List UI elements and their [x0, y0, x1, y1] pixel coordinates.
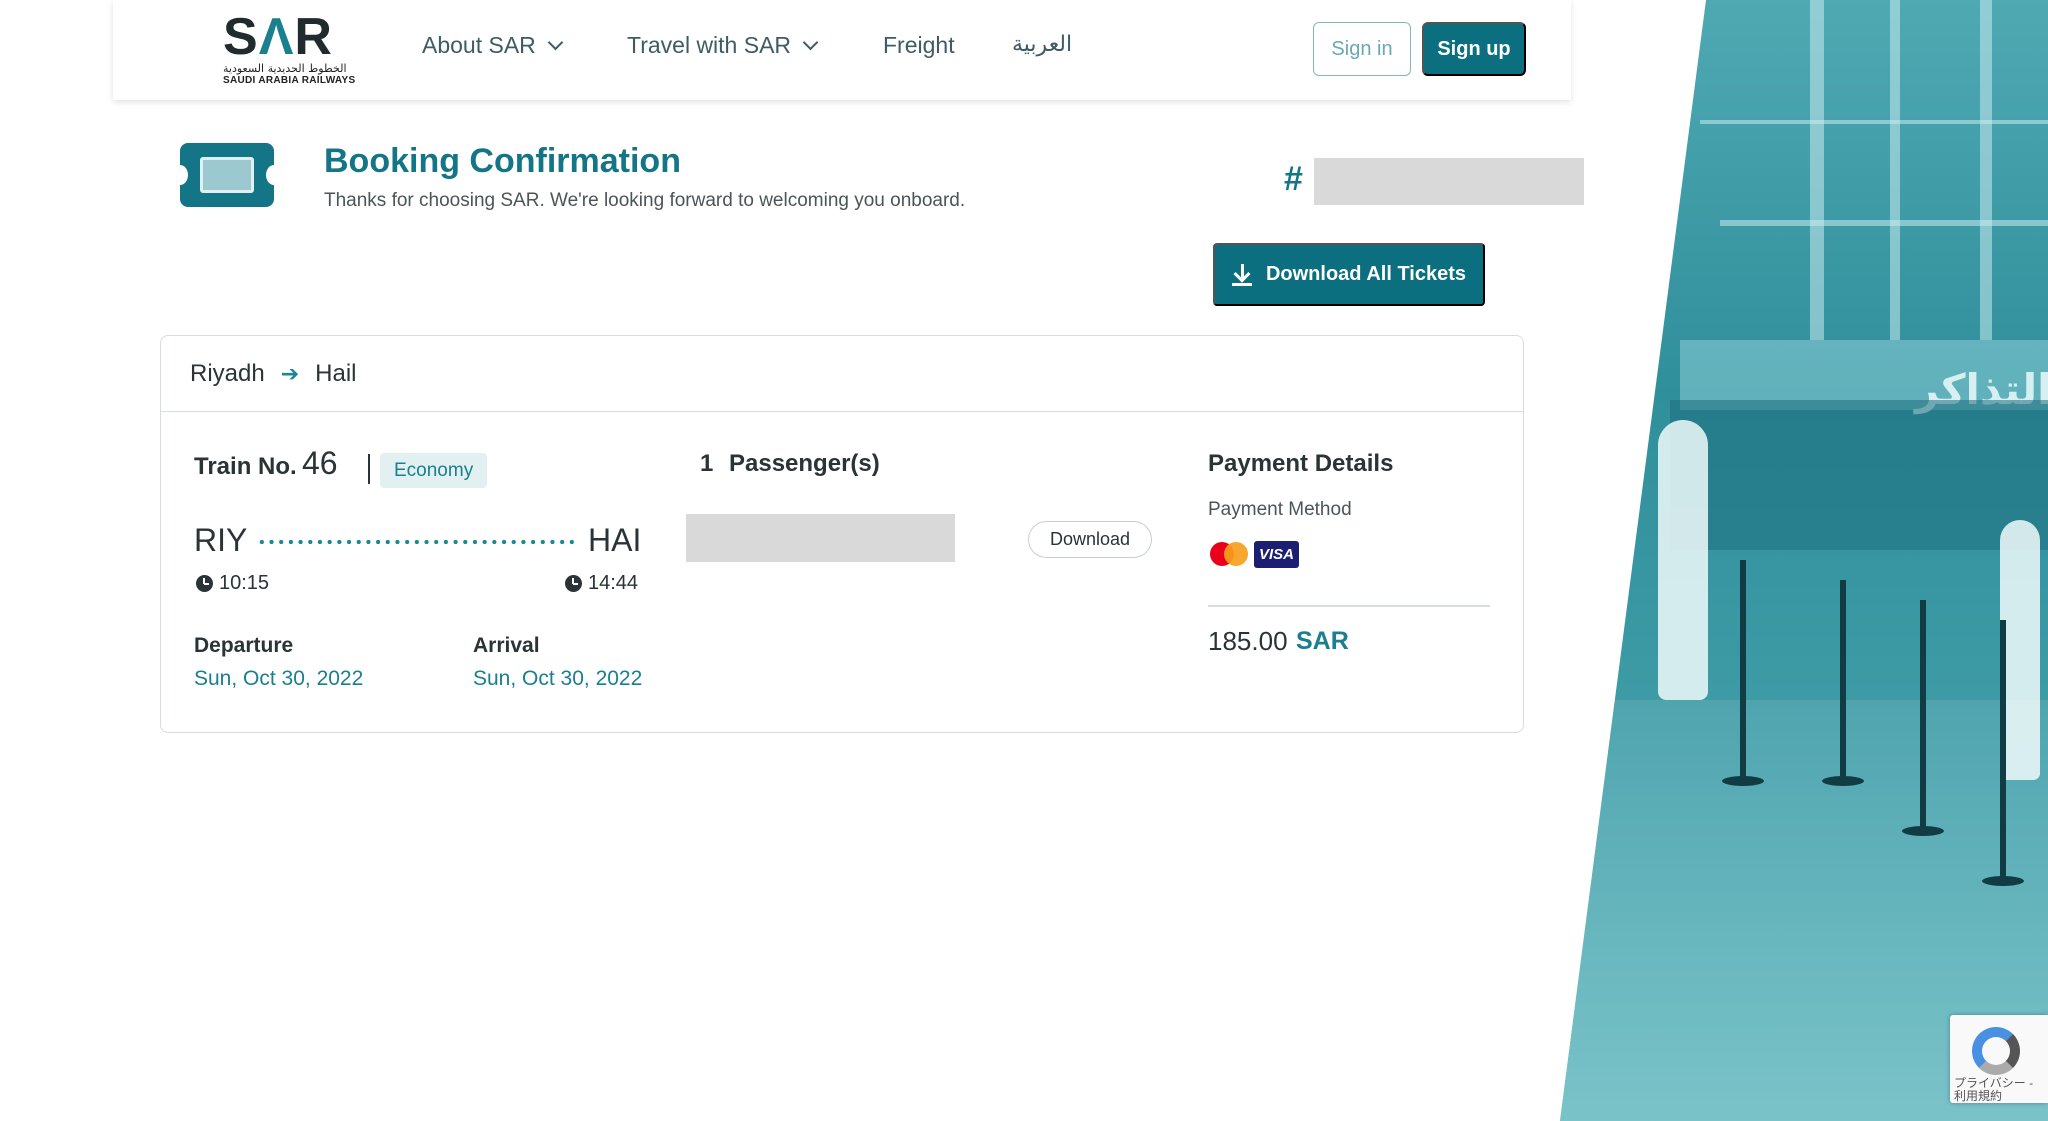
departure-label: Departure	[194, 634, 294, 657]
origin-code: RIY	[194, 522, 248, 558]
top-nav: SΛR الخطوط الحديدية السعودية SAUDI ARABI…	[113, 0, 1571, 100]
chevron-down-icon	[802, 34, 819, 51]
sign-up-button[interactable]: Sign up	[1422, 22, 1526, 76]
ticket-icon	[172, 143, 282, 207]
download-all-tickets-button[interactable]: Download All Tickets	[1213, 243, 1485, 306]
train-number-label: Train No.	[194, 453, 297, 480]
passenger-count: 1	[700, 450, 714, 477]
train-number: 46	[302, 445, 338, 481]
arrival-label: Arrival	[473, 634, 540, 657]
nav-travel-with-sar[interactable]: Travel with SAR	[627, 32, 819, 59]
download-icon	[1231, 263, 1252, 286]
logo-arabic-name: الخطوط الحديدية السعودية	[223, 62, 347, 75]
divider	[368, 454, 370, 484]
sar-logo[interactable]: SΛR الخطوط الحديدية السعودية SAUDI ARABI…	[223, 8, 373, 87]
recaptcha-text: プライバシー - 利用規約	[1954, 1076, 2034, 1103]
departure-date: Sun, Oct 30, 2022	[194, 667, 364, 690]
payment-details-title: Payment Details	[1208, 450, 1394, 477]
route-header: Riyadh ➔ Hail	[161, 336, 1523, 412]
departure-time-value: 10:15	[219, 572, 270, 594]
download-ticket-button[interactable]: Download	[1028, 521, 1152, 558]
mastercard-icon	[1210, 542, 1250, 566]
sign-in-button[interactable]: Sign in	[1313, 22, 1411, 76]
logo-english-name: SAUDI ARABIA RAILWAYS	[223, 75, 356, 86]
hero-photo: التذاكر	[1560, 0, 2048, 1121]
arrival-time-value: 14:44	[588, 572, 639, 594]
arrival-date: Sun, Oct 30, 2022	[473, 667, 643, 690]
passenger-name-redacted	[686, 514, 955, 562]
payment-divider	[1208, 605, 1490, 607]
page-title: Booking Confirmation	[324, 142, 681, 180]
departure-time: 10:15	[196, 572, 269, 595]
nav-language-arabic[interactable]: العربية	[1012, 32, 1072, 57]
recaptcha-badge[interactable]: プライバシー - 利用規約	[1950, 1015, 2048, 1103]
nav-about-sar[interactable]: About SAR	[422, 32, 564, 59]
passenger-label: Passenger(s)	[729, 450, 880, 477]
destination-code: HAI	[588, 522, 642, 558]
nav-freight[interactable]: Freight	[883, 32, 955, 59]
route-origin: Riyadh	[190, 359, 265, 387]
payment-currency: SAR	[1296, 627, 1349, 655]
recaptcha-icon	[1972, 1027, 2020, 1075]
logo-mark: SΛR	[223, 8, 333, 66]
chevron-down-icon	[547, 34, 564, 51]
arrival-time: 14:44	[565, 572, 638, 595]
booking-ref-hash: #	[1284, 160, 1303, 198]
booking-reference-redacted	[1314, 158, 1584, 205]
page-subtitle: Thanks for choosing SAR. We're looking f…	[324, 190, 966, 211]
nav-travel-label: Travel with SAR	[627, 32, 792, 58]
nav-about-label: About SAR	[422, 32, 536, 58]
visa-icon: VISA	[1254, 541, 1299, 568]
class-badge: Economy	[380, 453, 488, 488]
download-all-label: Download All Tickets	[1265, 263, 1467, 285]
payment-amount: 185.00	[1208, 626, 1288, 656]
route-line	[257, 540, 577, 544]
payment-method-label: Payment Method	[1208, 499, 1352, 520]
clock-icon	[196, 575, 213, 592]
route-destination: Hail	[315, 359, 357, 387]
clock-icon	[565, 575, 582, 592]
arrow-right-icon: ➔	[280, 360, 300, 386]
